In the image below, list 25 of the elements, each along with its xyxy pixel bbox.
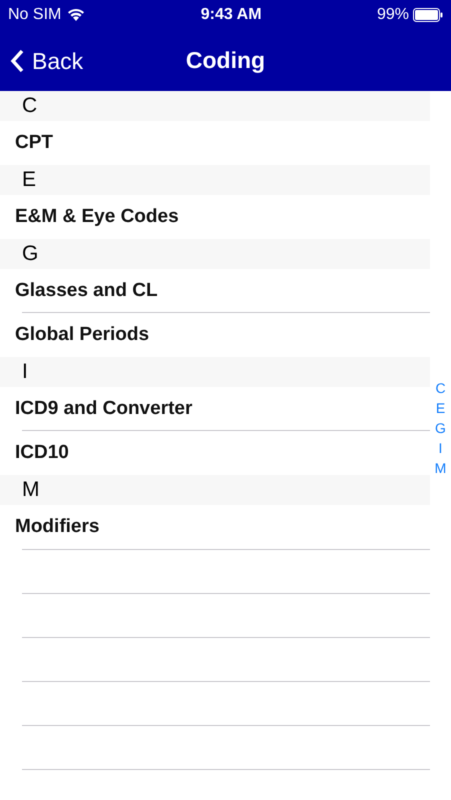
list-item[interactable]: CPT	[15, 128, 53, 158]
index-letter[interactable]: C	[435, 378, 446, 398]
section-header: I	[0, 357, 430, 387]
index-letter[interactable]: M	[434, 458, 446, 478]
list-item[interactable]: Modifiers	[15, 512, 100, 542]
section-header: C	[0, 91, 430, 121]
list-item[interactable]: ICD10	[15, 438, 69, 468]
section-header: E	[0, 165, 430, 195]
back-button[interactable]: Back	[10, 44, 84, 78]
index-letter[interactable]: I	[438, 438, 442, 458]
section-header: M	[0, 475, 430, 505]
carrier-text: No SIM	[8, 5, 62, 25]
battery-icon	[412, 8, 443, 22]
battery-text: 99%	[376, 5, 409, 25]
time-text: 9:43 AM	[200, 5, 262, 25]
list-item[interactable]: E&M & Eye Codes	[15, 202, 179, 232]
chevron-left-icon	[10, 49, 24, 74]
list-item[interactable]: Global Periods	[15, 320, 150, 350]
section-header: G	[0, 239, 430, 269]
list-item[interactable]: ICD9 and Converter	[15, 394, 192, 424]
list-item[interactable]: Glasses and CL	[15, 276, 158, 306]
wifi-icon	[67, 8, 86, 22]
index-letter[interactable]: G	[435, 418, 446, 438]
screen-title: Coding	[186, 46, 266, 76]
index-letter[interactable]: E	[436, 398, 446, 418]
